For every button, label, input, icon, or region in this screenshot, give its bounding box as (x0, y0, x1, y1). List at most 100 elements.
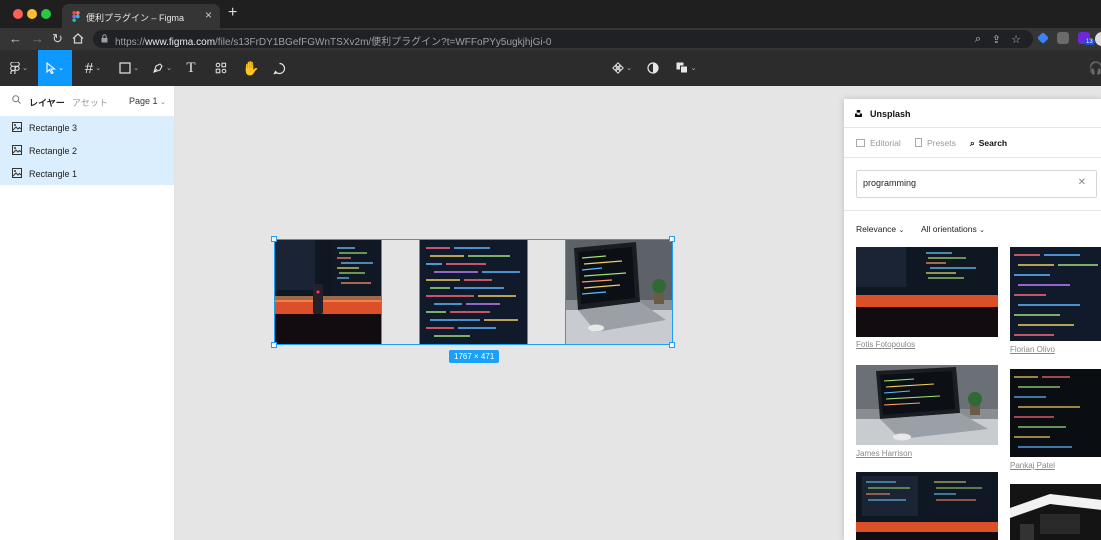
image-layer-icon (12, 168, 22, 178)
layers-panel: レイヤー アセット Page 1 ⌄ Rectangle 3 Rectangle… (0, 86, 175, 540)
laptop-photo (856, 365, 998, 445)
unsplash-search-input[interactable] (863, 178, 1063, 188)
component-tool-button[interactable]: ⌄ (608, 50, 636, 86)
hand-icon: ✋ (242, 59, 260, 76)
result-image[interactable] (856, 365, 998, 445)
search-icon: ⌕ (970, 138, 975, 148)
maximize-window-button[interactable] (41, 9, 51, 19)
search-icon[interactable] (12, 95, 21, 104)
code-desk-photo (856, 247, 998, 337)
result-image[interactable] (1010, 369, 1101, 457)
rectangle-1-image[interactable] (274, 239, 382, 345)
unsplash-logo-icon (855, 110, 862, 117)
frame-tool-button[interactable]: # ⌄ (80, 50, 106, 86)
tab-editorial[interactable]: Editorial (856, 138, 901, 148)
tab-assets[interactable]: アセット (72, 96, 108, 109)
comment-icon (272, 62, 285, 74)
resize-handle-bottom-right[interactable] (669, 342, 675, 348)
mask-tool-button[interactable] (642, 50, 664, 86)
component-icon (612, 62, 624, 74)
layer-item[interactable]: Rectangle 1 (0, 162, 174, 185)
plugin-title: Unsplash (870, 109, 911, 119)
text-tool-button[interactable]: T (180, 50, 202, 86)
relevance-dropdown[interactable]: Relevance ⌄ (856, 224, 904, 234)
bookmark-icon (915, 138, 922, 147)
clear-search-icon[interactable]: ✕ (1078, 177, 1086, 188)
address-bar-row: ← → ↻ https://www.figma.com/file/s13FrDY… (0, 28, 1101, 50)
share-icon[interactable]: ⇪ (992, 33, 1001, 46)
browser-tab[interactable]: 便利プラグイン – Figma × (62, 4, 220, 28)
lock-icon (101, 34, 108, 43)
image-icon (856, 139, 865, 147)
rectangle-icon (119, 62, 131, 74)
url-field[interactable]: https://www.figma.com/file/s13FrDY1BGefF… (93, 30, 1033, 48)
result-image[interactable] (856, 247, 998, 337)
reload-icon[interactable]: ↻ (52, 31, 63, 47)
browser-tab-bar: 便利プラグイン – Figma × + (0, 0, 1101, 28)
tab-presets[interactable]: Presets (915, 138, 956, 148)
resources-tool-button[interactable] (210, 50, 232, 86)
selection-dimensions-badge: 1767 × 471 (449, 350, 500, 363)
unsplash-search-field[interactable]: ✕ (856, 170, 1097, 198)
resources-icon (215, 62, 227, 74)
figma-toolbar: ⌄ ⌄ # ⌄ ⌄ ⌄ T ✋ ⌄ ⌄ 🎧 (0, 50, 1101, 86)
image-layer-icon (12, 122, 22, 132)
photographer-link[interactable]: James Harrison (856, 449, 912, 458)
extension-icon[interactable] (1057, 32, 1069, 44)
rectangle-3-image[interactable] (565, 239, 673, 345)
zoom-icon[interactable]: ⌕ (975, 33, 981, 46)
back-icon[interactable]: ← (9, 31, 22, 47)
close-window-button[interactable] (13, 9, 23, 19)
bookmark-star-icon[interactable]: ☆ (1011, 33, 1021, 46)
result-image[interactable] (1010, 247, 1101, 341)
page-selector[interactable]: Page 1 ⌄ (129, 96, 166, 106)
boolean-tool-button[interactable]: ⌄ (672, 50, 700, 86)
minimize-window-button[interactable] (27, 9, 37, 19)
main-menu-button[interactable]: ⌄ (4, 50, 34, 86)
chevron-down-icon: ⌄ (898, 227, 905, 234)
orientation-dropdown[interactable]: All orientations ⌄ (921, 224, 985, 234)
forward-icon[interactable]: → (31, 31, 44, 47)
contrast-icon (647, 62, 659, 74)
close-tab-icon[interactable]: × (205, 8, 212, 22)
unsplash-plugin-window: Unsplash Editorial Presets ⌕Search ✕ Rel… (844, 99, 1101, 540)
layer-name: Rectangle 3 (29, 123, 78, 133)
code-screen-photo (1010, 247, 1101, 341)
home-icon[interactable] (72, 33, 84, 44)
shape-tool-button[interactable]: ⌄ (114, 50, 144, 86)
resize-handle-top-right[interactable] (669, 236, 675, 242)
code-screen-photo (420, 240, 527, 344)
comment-tool-button[interactable] (268, 50, 290, 86)
hand-tool-button[interactable]: ✋ (240, 50, 262, 86)
image-layer-icon (12, 145, 22, 155)
result-image[interactable] (856, 472, 998, 540)
chevron-down-icon: ⌄ (979, 227, 986, 234)
tab-title: 便利プラグイン – Figma (86, 13, 185, 23)
result-image[interactable] (1010, 484, 1101, 540)
layer-name: Rectangle 1 (29, 169, 78, 179)
tab-layers[interactable]: レイヤー (29, 96, 65, 109)
plugin-tabs: Editorial Presets ⌕ Search (844, 128, 1101, 158)
selection-box[interactable] (271, 236, 675, 348)
photographer-link[interactable]: Fotis Fotopoulos (856, 340, 915, 349)
photographer-link[interactable]: Pankaj Patel (1010, 461, 1055, 470)
rectangle-2-image[interactable] (419, 239, 528, 345)
layer-item[interactable]: Rectangle 3 (0, 116, 174, 139)
resize-handle-top-left[interactable] (271, 236, 277, 242)
layer-name: Rectangle 2 (29, 146, 78, 156)
chevron-down-icon: ⌄ (160, 99, 166, 106)
profile-avatar[interactable] (1095, 32, 1101, 46)
layer-item[interactable]: Rectangle 2 (0, 139, 174, 162)
share-headphones-button[interactable]: 🎧 (1086, 50, 1101, 86)
photographer-link[interactable]: Florian Olivo (1010, 345, 1055, 354)
figma-favicon-icon (72, 11, 80, 22)
extension-gem-icon[interactable] (1037, 32, 1049, 44)
code-desk-photo (275, 240, 381, 344)
code-desk-photo (856, 472, 998, 540)
tab-search[interactable]: ⌕ Search (970, 138, 1007, 149)
cursor-icon (46, 62, 57, 74)
pen-tool-button[interactable]: ⌄ (148, 50, 176, 86)
new-tab-icon[interactable]: + (228, 4, 237, 22)
resize-handle-bottom-left[interactable] (271, 342, 277, 348)
move-tool-button[interactable]: ⌄ (38, 50, 72, 86)
